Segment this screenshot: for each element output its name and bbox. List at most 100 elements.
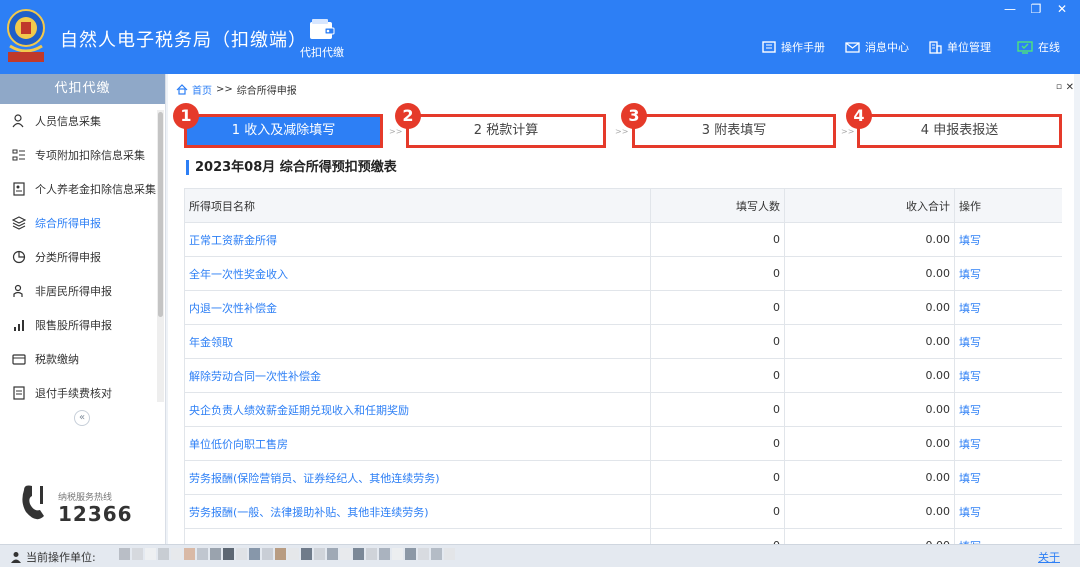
income-total: 0.00 [784,324,955,359]
step-badge: 1 [173,103,199,129]
step-tax-calculation[interactable]: 2 2 税款计算 [395,103,606,148]
sidebar-item-label: 人员信息采集 [35,115,101,128]
table-row: 劳务报酬(一般、法律援助补贴、其他非连续劳务) 0 0.00 填写 [184,494,1062,529]
breadcrumb-home[interactable]: 首页 [192,82,212,97]
fill-action-link[interactable]: 填写 [954,290,1062,325]
sidebar-item-comprehensive-income[interactable]: 综合所得申报 [0,206,158,240]
sidebar-item-tax-payment[interactable]: 税款缴纳 [0,342,158,376]
nav-module-withholding[interactable]: 代扣代缴 [294,18,350,60]
table-row: 年金领取 0 0.00 填写 [184,324,1062,359]
breadcrumb-separator: >> [216,84,233,95]
message-center-link[interactable]: 消息中心 [845,39,909,55]
main-panel: 首页 >> 综合所得申报 ▫ ✕ 1 1 收入及减除填写 >> 2 2 税款计算… [168,74,1074,544]
income-total: 0.00 [784,426,955,461]
fill-count: 0 [650,222,785,257]
fill-action-link[interactable]: 填写 [954,256,1062,291]
fill-action-link[interactable]: 填写 [954,222,1062,257]
person-alt-icon [10,283,28,299]
income-item-name[interactable]: 劳务报酬(保险营销员、证券经纪人、其他连续劳务) [184,460,651,495]
step-schedule-fill[interactable]: 3 3 附表填写 [621,103,836,148]
fill-count: 0 [650,460,785,495]
step-arrow: >> [841,127,855,136]
minimize-icon[interactable]: — [1000,2,1020,16]
income-item-name[interactable]: 内退一次性补偿金 [184,290,651,325]
fill-count: 0 [650,256,785,291]
redacted-unit-name [118,547,456,565]
about-link[interactable]: 关于 [1038,549,1060,565]
online-status[interactable]: 在线 [1017,39,1060,55]
close-icon[interactable]: ✕ [1052,2,1072,16]
income-item-name[interactable]: 央企负责人绩效薪金延期兑现收入和任期奖励 [184,392,651,427]
collapse-sidebar-icon[interactable]: « [74,410,90,426]
step-badge: 3 [621,103,647,129]
sidebar-item-label: 税款缴纳 [35,353,79,366]
status-bar: 当前操作单位: 关于 [0,544,1080,567]
income-item-name[interactable]: 劳务报酬(一般、法律援助补贴、其他非连续劳务) [184,494,651,529]
fill-count: 0 [650,392,785,427]
manual-link-label: 操作手册 [781,41,825,54]
sidebar-item-nonresident-income[interactable]: 非居民所得申报 [0,274,158,308]
app-header: 自然人电子税务局（扣缴端） 代扣代缴 — ❐ ✕ 操作手册 消息中心 单位管理 … [0,0,1080,74]
sidebar-scroll-thumb[interactable] [158,112,163,317]
income-item-name[interactable]: 正常工资薪金所得 [184,222,651,257]
fill-action-link[interactable]: 填写 [954,358,1062,393]
fill-action-link[interactable]: 填写 [954,494,1062,529]
app-title: 自然人电子税务局（扣缴端） [60,30,307,51]
sidebar-item-person-info[interactable]: 人员信息采集 [0,104,158,138]
sidebar-item-fee-refund[interactable]: 退付手续费核对 [0,376,158,410]
sidebar-item-classified-income[interactable]: 分类所得申报 [0,240,158,274]
sidebar-item-restricted-stock[interactable]: 限售股所得申报 [0,308,158,342]
sidebar-item-label: 退付手续费核对 [35,387,112,400]
fill-count: 0 [650,528,785,544]
step-label: 1 收入及减除填写 [231,123,336,138]
fill-action-link[interactable]: 填写 [954,528,1062,544]
monitor-check-icon [1017,40,1033,54]
sidebar-item-pension-deduction[interactable]: 个人养老金扣除信息采集 [0,172,158,206]
sidebar-scrollbar[interactable] [157,110,164,402]
fill-action-link[interactable]: 填写 [954,324,1062,359]
hotline-number: 12366 [58,502,133,526]
home-icon[interactable] [176,84,188,95]
sidebar-item-label: 专项附加扣除信息采集 [35,149,145,162]
step-badge: 2 [395,103,421,129]
layers-icon [10,215,28,231]
panel-close-icon[interactable]: ✕ [1066,82,1074,93]
income-item-name[interactable]: 全年一次性奖金收入 [184,256,651,291]
headset-icon [22,485,44,520]
book-icon [762,41,776,53]
manual-link[interactable]: 操作手册 [762,39,825,55]
fill-count: 0 [650,358,785,393]
table-row: 劳务报酬(保险营销员、证券经纪人、其他连续劳务) 0 0.00 填写 [184,460,1062,495]
online-status-label: 在线 [1038,41,1060,54]
income-item-name[interactable]: 年金领取 [184,324,651,359]
sidebar-item-special-deduction[interactable]: 专项附加扣除信息采集 [0,138,158,172]
message-center-label: 消息中心 [865,41,909,54]
service-hotline: 纳税服务热线 12366 [18,484,148,526]
breadcrumb: 首页 >> 综合所得申报 [176,82,297,97]
panel-restore-icon[interactable]: ▫ [1056,82,1062,92]
income-total: 0.00 [784,494,955,529]
income-item-name[interactable]: 单位低价向职工售房 [184,426,651,461]
step-income-deduction[interactable]: 1 1 收入及减除填写 [173,103,383,148]
fill-action-link[interactable]: 填写 [954,460,1062,495]
unit-management-link[interactable]: 单位管理 [929,39,991,55]
restore-icon[interactable]: ❐ [1026,2,1046,16]
income-total: 0.00 [784,460,955,495]
sidebar-item-label: 非居民所得申报 [35,285,112,298]
user-icon [11,552,21,563]
income-item-name[interactable]: 解除劳动合同一次性补偿金 [184,358,651,393]
income-table: 所得项目名称 填写人数 收入合计 操作 正常工资薪金所得 0 0.00 填写 全年一次性… [184,188,1062,544]
unit-management-label: 单位管理 [947,41,991,54]
table-row: 央企负责人绩效薪金延期兑现收入和任期奖励 0 0.00 填写 [184,392,1062,427]
fill-count: 0 [650,324,785,359]
income-total: 0.00 [784,358,955,393]
step-label: 4 申报表报送 [920,123,999,138]
income-item-name[interactable] [184,528,651,544]
table-row: 全年一次性奖金收入 0 0.00 填写 [184,256,1062,291]
col-header-total: 收入合计 [784,188,955,223]
fill-action-link[interactable]: 填写 [954,392,1062,427]
step-submit-return[interactable]: 4 4 申报表报送 [846,103,1062,148]
step-arrow: >> [389,127,403,136]
fill-action-link[interactable]: 填写 [954,426,1062,461]
income-total: 0.00 [784,256,955,291]
